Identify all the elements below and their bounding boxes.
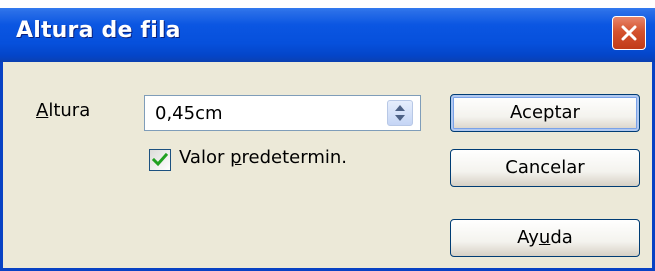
close-button[interactable] (612, 16, 646, 50)
row-height-dialog: Altura de fila Altura Valor predetermin.… (0, 0, 655, 271)
checkmark-icon (152, 152, 168, 167)
cancel-button[interactable]: Cancelar (450, 149, 640, 187)
default-value-label[interactable]: Valor predetermin. (179, 147, 347, 168)
spin-arrows-icon (395, 105, 405, 121)
dialog-title: Altura de fila (16, 18, 181, 43)
title-bar[interactable]: Altura de fila (0, 0, 655, 62)
default-value-checkbox[interactable] (149, 149, 171, 171)
close-icon (621, 25, 637, 41)
help-button[interactable]: Ayuda (450, 219, 640, 257)
height-input[interactable] (155, 100, 375, 126)
accept-button[interactable]: Aceptar (450, 94, 640, 132)
height-label: Altura (36, 100, 91, 121)
spin-button[interactable] (387, 100, 413, 126)
height-spinbox[interactable] (144, 95, 421, 131)
title-bar-top-edge (0, 0, 655, 8)
